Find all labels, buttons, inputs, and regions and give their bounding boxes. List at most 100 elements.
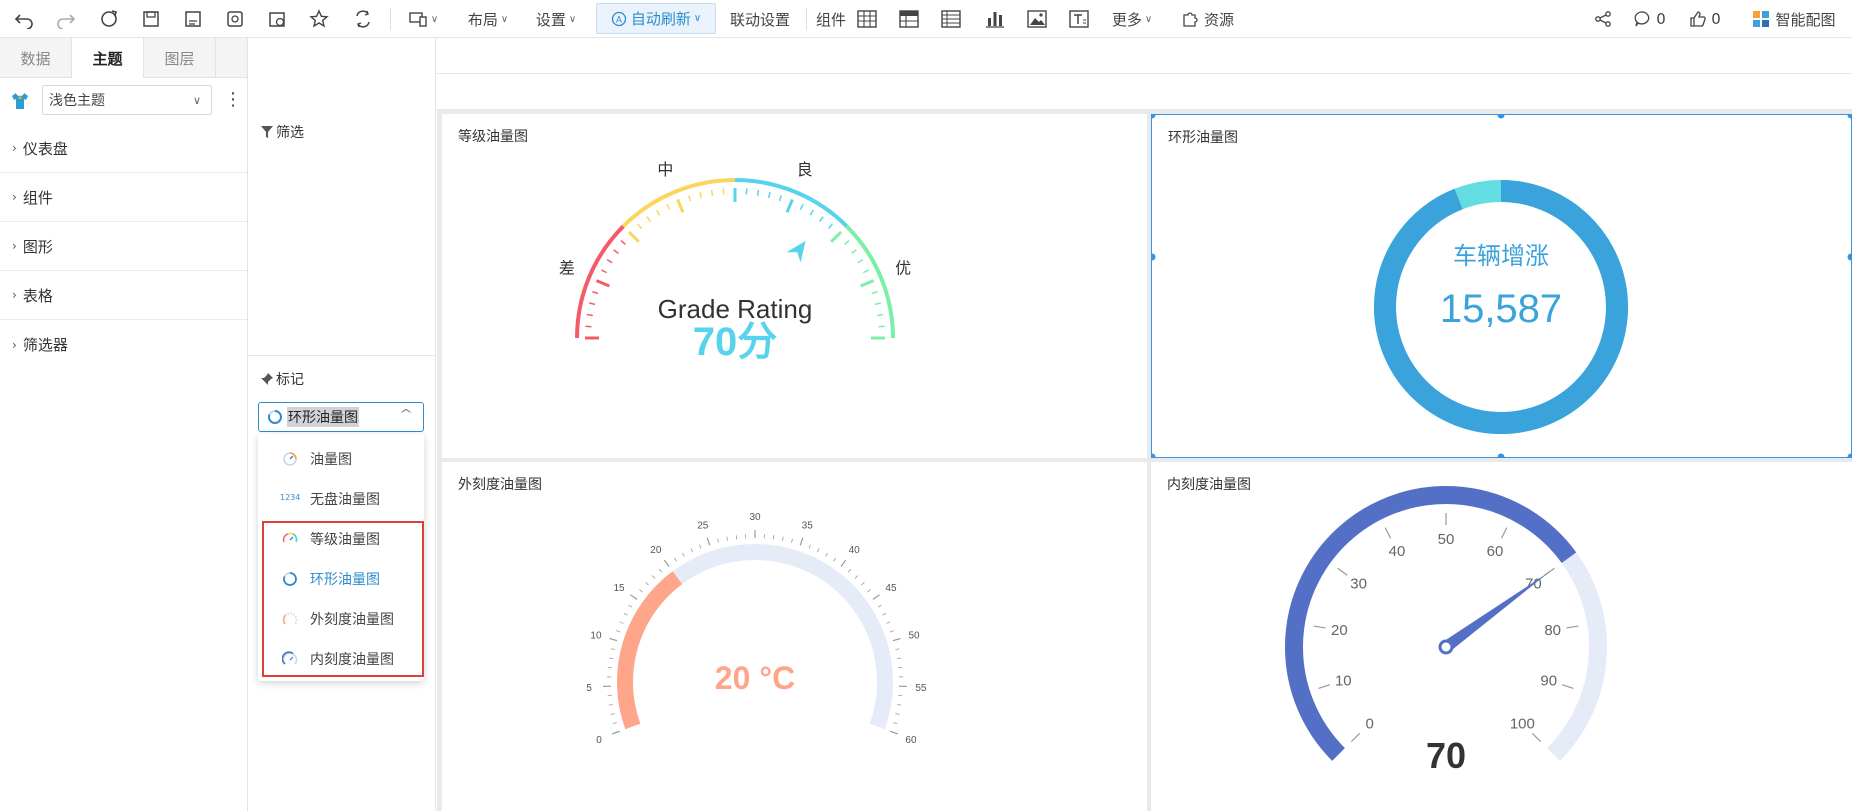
text-icon[interactable] [1066, 0, 1092, 38]
inner-gauge-needle [1442, 570, 1552, 652]
list-table-icon[interactable] [938, 0, 964, 38]
selection-handle [1497, 114, 1505, 119]
outer-gauge-tick [889, 630, 894, 633]
section-shapes[interactable]: › 图形 [0, 222, 247, 271]
option-plateless-gauge[interactable]: 1234 无盘油量图 [258, 480, 424, 518]
save-icon[interactable] [138, 0, 164, 38]
svg-text:A: A [616, 14, 622, 24]
grade-gauge-panel[interactable]: 等级油量图 差中良优 Grade Rating 70分 [442, 114, 1147, 458]
theme-row: 浅色主题 ∨ ⋮ [0, 78, 247, 124]
grade-label: 优 [895, 259, 911, 277]
selection-handle [1497, 453, 1505, 458]
resource-label: 资源 [1203, 10, 1234, 29]
chevron-down-icon: ∨ [1144, 13, 1153, 25]
layout-menu[interactable]: 布局 ∨ [464, 0, 512, 38]
inner-gauge-tick [1500, 527, 1508, 539]
theme-select[interactable]: 浅色主题 ∨ [42, 85, 212, 115]
outer-gauge-tick [893, 722, 898, 725]
grade-tick [862, 269, 869, 274]
number-icon: 1234 [280, 493, 301, 502]
outer-gauge-tick-label: 20 [650, 545, 662, 556]
grade-tick [601, 269, 608, 274]
chevron-up-icon: ^ [398, 407, 414, 421]
outer-gauge-tick [645, 582, 649, 586]
inner-gauge-tick-label: 20 [1331, 622, 1348, 639]
chevron-down-icon: ∨ [693, 13, 702, 24]
like-button[interactable]: 0 [1686, 0, 1724, 38]
grade-tick [699, 191, 703, 199]
kebab-menu-icon[interactable]: ⋮ [224, 90, 242, 110]
tab-theme[interactable]: 主题 [72, 38, 144, 78]
chevron-right-icon: › [12, 239, 17, 253]
puzzle-icon [1183, 12, 1198, 27]
more-menu[interactable]: 更多 ∨ [1108, 0, 1156, 38]
grade-tick [588, 302, 596, 306]
auto-refresh-button[interactable]: A 自动刷新 ∨ [596, 3, 716, 34]
section-label: 组件 [22, 188, 53, 207]
linkage-settings-button[interactable]: 联动设置 [728, 0, 792, 38]
outer-gauge-tick [699, 544, 702, 549]
section-components[interactable]: › 组件 [0, 173, 247, 222]
chevron-down-icon: ∨ [192, 93, 201, 107]
highlight-box [262, 521, 424, 677]
outer-gauge-tick [658, 568, 663, 573]
selection-handle [1151, 253, 1156, 261]
ring-gauge-panel[interactable]: 环形油量图 车辆增涨 15,587 [1151, 114, 1852, 458]
settings-menu[interactable]: 设置 ∨ [532, 0, 580, 38]
image-icon[interactable] [1024, 0, 1050, 38]
crosstab-icon[interactable] [896, 0, 922, 38]
grade-tick [860, 279, 875, 288]
outer-gauge-tick [628, 604, 633, 608]
section-filters[interactable]: › 筛选器 [0, 320, 247, 369]
toolbar: ∨ 布局 ∨ 设置 ∨ A 自动刷新 ∨ 联动设置 组件 更多 ∨ 资源 0 0 智能配… [0, 0, 1852, 38]
redo-icon[interactable] [52, 0, 80, 38]
filter-area[interactable]: 筛选 [248, 110, 435, 356]
inner-scale-gauge-chart: 010203040506070809010070 [1285, 486, 1607, 776]
comment-button[interactable]: 0 [1630, 0, 1670, 38]
star-icon[interactable] [306, 0, 332, 38]
section-label: 仪表盘 [22, 139, 68, 158]
outer-gauge-tick [706, 537, 711, 546]
selection-handle [1151, 453, 1156, 458]
table-icon[interactable] [854, 0, 880, 38]
resource-button[interactable]: 资源 [1180, 0, 1236, 38]
option-label: 无盘油量图 [310, 492, 380, 508]
mark-type-select[interactable]: 环形油量图 ^ [258, 402, 424, 432]
columns-shelf[interactable]: 列 [248, 38, 1852, 74]
section-dashboard[interactable]: › 仪表盘 [0, 124, 247, 173]
comment-count: 0 [1656, 10, 1666, 28]
tab-data[interactable]: 数据 [0, 38, 72, 78]
outer-gauge-tick [608, 704, 613, 706]
preview-icon[interactable] [222, 0, 248, 38]
outer-gauge-tick [682, 552, 685, 557]
mid-panel: 筛选 标记 环形油量图 ^ [248, 38, 436, 811]
grade-tick [809, 209, 815, 216]
rows-shelf[interactable]: 行 [248, 74, 1852, 110]
outer-gauge-tick [882, 612, 887, 616]
section-tables[interactable]: › 表格 [0, 271, 247, 320]
inner-gauge-tick [1337, 567, 1348, 576]
outer-gauge-tick [610, 713, 615, 715]
share-icon[interactable] [1590, 0, 1616, 38]
inner-scale-gauge-panel[interactable]: 内刻度油量图 010203040506070809010070 [1151, 462, 1852, 811]
inner-gauge-tick-label: 90 [1540, 672, 1557, 689]
inner-gauge-tick-label: 10 [1335, 672, 1352, 689]
left-panel: 数据 主题 图层 浅色主题 ∨ ⋮ › 仪表盘 › 组件 › 图形 › 表格 › 筛选器 [0, 38, 248, 811]
grade-label: 良 [797, 161, 813, 179]
save-as-icon[interactable] [180, 0, 206, 38]
smart-color-button[interactable]: 智能配图 [1744, 0, 1844, 38]
option-gauge[interactable]: 油量图 [258, 440, 424, 478]
theme-select-value: 浅色主题 [49, 93, 105, 109]
outer-scale-gauge-chart: 0 5 10 15 20 25 30 35 40 45 50 55 60 20 °C [586, 512, 927, 746]
marks-label: 标记 [276, 372, 304, 388]
device-icon[interactable]: ∨ [404, 0, 442, 38]
convert-icon[interactable] [350, 0, 376, 38]
tab-layers[interactable]: 图层 [144, 38, 216, 78]
bar-chart-icon[interactable] [982, 0, 1008, 38]
undo-icon[interactable] [10, 0, 38, 38]
outer-scale-gauge-panel[interactable]: 外刻度油量图 0 5 10 15 20 25 30 35 40 45 50 55 60 20 °C [442, 462, 1147, 811]
schedule-icon[interactable] [264, 0, 290, 38]
outer-gauge-tick-label: 40 [849, 545, 861, 556]
grade-tick [877, 313, 884, 317]
refresh-icon[interactable] [96, 0, 122, 38]
